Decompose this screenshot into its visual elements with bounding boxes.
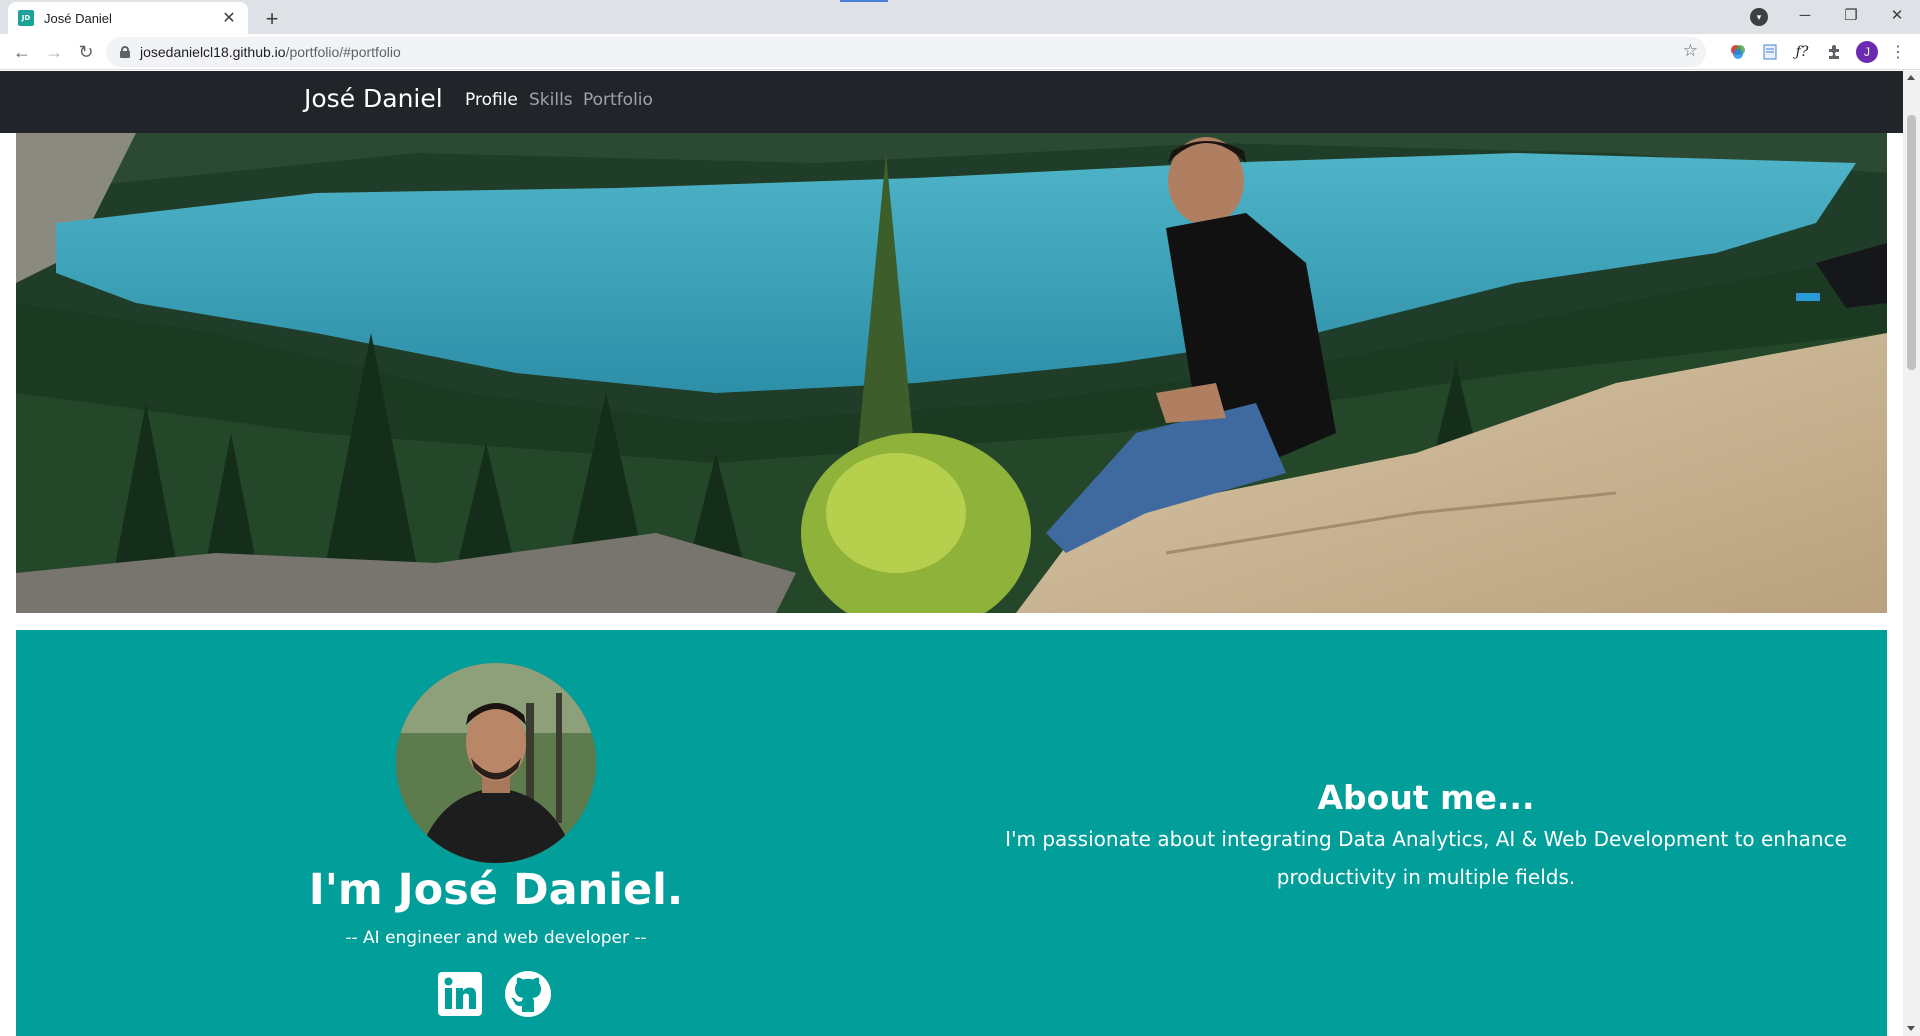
forward-icon[interactable]: →	[40, 38, 68, 66]
url-text: josedanielcl18.github.io/portfolio/#port…	[140, 44, 401, 60]
minimize-icon[interactable]: ─	[1782, 0, 1828, 30]
greeting-heading: I'm José Daniel.	[308, 865, 684, 915]
tab-title: José Daniel	[44, 10, 112, 26]
hero-photo	[16, 133, 1887, 613]
extensions-puzzle-icon[interactable]	[1824, 42, 1844, 62]
tab-drag-indicator	[840, 0, 888, 2]
browser-toolbar: ← → ↻ josedanielcl18.github.io/portfolio…	[0, 34, 1920, 70]
about-title: About me...	[1317, 778, 1535, 817]
close-window-icon[interactable]: ✕	[1874, 0, 1920, 30]
profile-photo	[396, 663, 596, 863]
scroll-thumb[interactable]	[1907, 115, 1916, 370]
profile-avatar-icon[interactable]: J	[1856, 41, 1878, 63]
color-extension-icon[interactable]	[1728, 42, 1748, 62]
fontface-extension-icon[interactable]: ƒ?	[1792, 42, 1812, 62]
url-host: josedanielcl18.github.io	[140, 44, 286, 60]
scroll-down-icon[interactable]	[1907, 1026, 1915, 1031]
close-tab-icon[interactable]: ✕	[220, 8, 238, 28]
linkedin-icon[interactable]	[436, 970, 484, 1018]
document-extension-icon[interactable]	[1760, 42, 1780, 62]
scroll-up-icon[interactable]	[1907, 75, 1915, 80]
github-icon[interactable]	[504, 970, 552, 1018]
page-viewport: José Daniel Profile Skills Portfolio I'm…	[0, 71, 1903, 1036]
new-tab-icon[interactable]: +	[258, 5, 286, 33]
nav-link-skills[interactable]: Skills	[529, 90, 573, 110]
bookmark-star-icon[interactable]: ☆	[1683, 41, 1698, 61]
site-navbar: José Daniel Profile Skills Portfolio	[0, 71, 1903, 133]
about-section: I'm José Daniel. -- AI engineer and web …	[16, 630, 1887, 1036]
address-bar[interactable]: josedanielcl18.github.io/portfolio/#port…	[106, 37, 1706, 67]
menu-kebab-icon[interactable]: ⋮	[1888, 42, 1908, 62]
site-brand[interactable]: José Daniel	[304, 84, 443, 113]
browser-tab[interactable]: JD José Daniel ✕	[8, 2, 248, 34]
tab-bar: JD José Daniel ✕ + ▾ ─ ❐ ✕	[0, 0, 1920, 34]
tagline: -- AI engineer and web developer --	[345, 928, 647, 948]
restore-icon[interactable]: ❐	[1828, 0, 1874, 30]
tab-search-icon[interactable]: ▾	[1750, 8, 1768, 26]
url-path: /portfolio/#portfolio	[285, 44, 401, 60]
page-scrollbar[interactable]	[1903, 71, 1920, 1036]
lock-icon	[120, 46, 130, 58]
site-favicon-icon: JD	[18, 10, 34, 26]
reload-icon[interactable]: ↻	[72, 38, 100, 66]
nav-link-profile[interactable]: Profile	[465, 90, 518, 110]
back-icon[interactable]: ←	[8, 38, 36, 66]
about-text: I'm passionate about integrating Data An…	[1005, 827, 1847, 889]
nav-link-portfolio[interactable]: Portfolio	[583, 90, 653, 110]
